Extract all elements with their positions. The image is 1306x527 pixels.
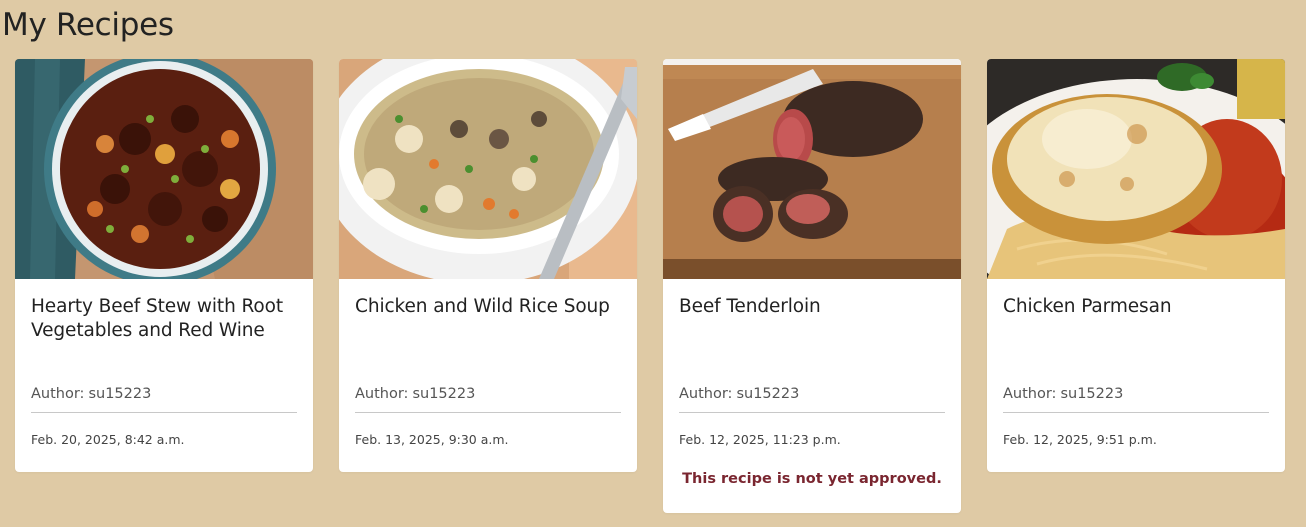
recipe-card[interactable]: Chicken and Wild Rice Soup Author: su1522… (339, 59, 637, 472)
recipe-image[interactable] (987, 59, 1285, 279)
recipe-card-body: Chicken Parmesan Author: su15223 Feb. 12,… (987, 279, 1285, 472)
recipe-date: Feb. 13, 2025, 9:30 a.m. (355, 432, 509, 447)
author-name: su15223 (88, 386, 152, 402)
recipe-title[interactable]: Chicken Parmesan (1003, 295, 1269, 357)
author-label: Author: (355, 386, 409, 402)
author-label: Author: (31, 386, 85, 402)
recipe-author: Author: su15223 (355, 384, 621, 404)
card-divider (679, 412, 945, 413)
recipe-date: Feb. 20, 2025, 8:42 a.m. (31, 432, 185, 447)
recipe-card-list: Hearty Beef Stew with Root Vegetables an… (15, 59, 1291, 527)
card-divider (1003, 412, 1269, 413)
chicken-soup-photo (339, 59, 637, 279)
recipe-image[interactable] (15, 59, 313, 279)
page-title: My Recipes (2, 7, 174, 43)
chicken-parmesan-photo (987, 59, 1285, 279)
recipe-author: Author: su15223 (679, 384, 945, 404)
recipe-image[interactable] (339, 59, 637, 279)
approval-warning: This recipe is not yet approved. (682, 471, 942, 487)
author-name: su15223 (736, 386, 800, 402)
recipe-date: Feb. 12, 2025, 11:23 p.m. (679, 432, 841, 447)
beef-stew-photo (15, 59, 313, 279)
author-name: su15223 (1060, 386, 1124, 402)
recipe-card[interactable]: Hearty Beef Stew with Root Vegetables an… (15, 59, 313, 472)
recipe-card-body: Hearty Beef Stew with Root Vegetables an… (15, 279, 313, 472)
recipe-image[interactable] (663, 59, 961, 279)
recipe-card-body: Chicken and Wild Rice Soup Author: su1522… (339, 279, 637, 472)
recipe-card-body: Beef Tenderloin Author: su15223 Feb. 12, … (663, 279, 961, 513)
card-divider (355, 412, 621, 413)
author-label: Author: (679, 386, 733, 402)
card-divider (31, 412, 297, 413)
recipe-date: Feb. 12, 2025, 9:51 p.m. (1003, 432, 1157, 447)
recipe-title[interactable]: Chicken and Wild Rice Soup (355, 295, 621, 357)
author-name: su15223 (412, 386, 476, 402)
recipe-card[interactable]: Beef Tenderloin Author: su15223 Feb. 12, … (663, 59, 961, 513)
recipe-author: Author: su15223 (31, 384, 297, 404)
recipe-title[interactable]: Hearty Beef Stew with Root Vegetables an… (31, 295, 297, 357)
recipe-author: Author: su15223 (1003, 384, 1269, 404)
recipe-title[interactable]: Beef Tenderloin (679, 295, 945, 357)
recipe-card[interactable]: Chicken Parmesan Author: su15223 Feb. 12,… (987, 59, 1285, 472)
beef-tenderloin-photo (663, 59, 961, 279)
author-label: Author: (1003, 386, 1057, 402)
